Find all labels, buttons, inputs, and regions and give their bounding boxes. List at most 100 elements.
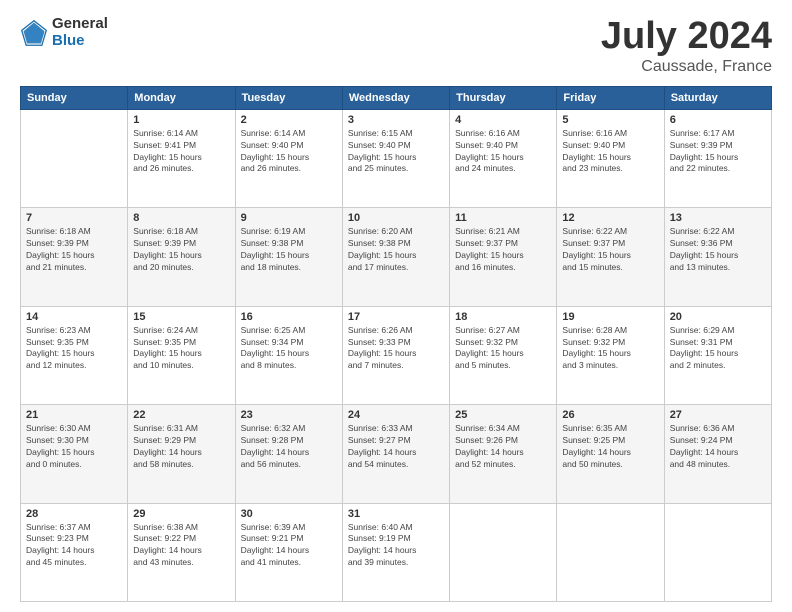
- day-details: Sunrise: 6:16 AM Sunset: 9:40 PM Dayligh…: [562, 128, 658, 176]
- title-block: July 2024 Caussade, France: [601, 16, 772, 76]
- month-title: July 2024: [601, 16, 772, 58]
- calendar-cell-w3-d3: 17 Sunrise: 6:26 AM Sunset: 9:33 PM Dayli…: [342, 306, 449, 404]
- calendar-table: Sunday Monday Tuesday Wednesday Thursday…: [20, 86, 772, 602]
- day-number: 28: [26, 508, 122, 520]
- calendar-cell-w5-d4: [450, 503, 557, 601]
- day-number: 15: [133, 311, 229, 323]
- day-number: 13: [670, 212, 766, 224]
- calendar-cell-w1-d4: 4Sunrise: 6:16 AM Sunset: 9:40 PM Daylig…: [450, 109, 557, 207]
- calendar-cell-w5-d2: 30 Sunrise: 6:39 AM Sunset: 9:21 PM Dayli…: [235, 503, 342, 601]
- day-details: Sunrise: 6:38 AM Sunset: 9:22 PM Dayligh…: [133, 522, 229, 570]
- logo-blue-text: Blue: [52, 33, 108, 50]
- day-details: Sunrise: 6:23 AM Sunset: 9:35 PM Dayligh…: [26, 325, 122, 373]
- col-friday: Friday: [557, 86, 664, 109]
- calendar-cell-w4-d0: 21Sunrise: 6:30 AM Sunset: 9:30 PM Dayli…: [21, 405, 128, 503]
- calendar-cell-w3-d1: 15 Sunrise: 6:24 AM Sunset: 9:35 PM Dayli…: [128, 306, 235, 404]
- day-details: Sunrise: 6:14 AM Sunset: 9:41 PM Dayligh…: [133, 128, 229, 176]
- calendar-cell-w4-d2: 23Sunrise: 6:32 AM Sunset: 9:28 PM Dayli…: [235, 405, 342, 503]
- calendar-cell-w2-d4: 11 Sunrise: 6:21 AM Sunset: 9:37 PM Dayli…: [450, 208, 557, 306]
- calendar-cell-w2-d3: 10 Sunrise: 6:20 AM Sunset: 9:38 PM Dayli…: [342, 208, 449, 306]
- day-number: 23: [241, 409, 337, 421]
- day-number: 24: [348, 409, 444, 421]
- day-number: 21: [26, 409, 122, 421]
- day-number: 8: [133, 212, 229, 224]
- day-number: 5: [562, 114, 658, 126]
- day-details: Sunrise: 6:15 AM Sunset: 9:40 PM Dayligh…: [348, 128, 444, 176]
- day-number: 1: [133, 114, 229, 126]
- calendar-cell-w5-d1: 29 Sunrise: 6:38 AM Sunset: 9:22 PM Dayli…: [128, 503, 235, 601]
- page: General Blue July 2024 Caussade, France …: [0, 0, 792, 612]
- day-number: 4: [455, 114, 551, 126]
- week-row-1: 1 Sunrise: 6:14 AM Sunset: 9:41 PM Daylig…: [21, 109, 772, 207]
- week-row-4: 21Sunrise: 6:30 AM Sunset: 9:30 PM Dayli…: [21, 405, 772, 503]
- calendar-header-row: Sunday Monday Tuesday Wednesday Thursday…: [21, 86, 772, 109]
- day-details: Sunrise: 6:17 AM Sunset: 9:39 PM Dayligh…: [670, 128, 766, 176]
- calendar-cell-w2-d0: 7 Sunrise: 6:18 AM Sunset: 9:39 PM Daylig…: [21, 208, 128, 306]
- day-number: 20: [670, 311, 766, 323]
- calendar-cell-w4-d4: 25 Sunrise: 6:34 AM Sunset: 9:26 PM Dayli…: [450, 405, 557, 503]
- day-details: Sunrise: 6:25 AM Sunset: 9:34 PM Dayligh…: [241, 325, 337, 373]
- calendar-cell-w1-d1: 1 Sunrise: 6:14 AM Sunset: 9:41 PM Daylig…: [128, 109, 235, 207]
- day-number: 30: [241, 508, 337, 520]
- calendar-cell-w2-d5: 12Sunrise: 6:22 AM Sunset: 9:37 PM Dayli…: [557, 208, 664, 306]
- day-number: 10: [348, 212, 444, 224]
- day-details: Sunrise: 6:24 AM Sunset: 9:35 PM Dayligh…: [133, 325, 229, 373]
- day-number: 12: [562, 212, 658, 224]
- day-number: 26: [562, 409, 658, 421]
- day-number: 19: [562, 311, 658, 323]
- day-number: 29: [133, 508, 229, 520]
- calendar-cell-w4-d5: 26Sunrise: 6:35 AM Sunset: 9:25 PM Dayli…: [557, 405, 664, 503]
- day-number: 9: [241, 212, 337, 224]
- logo-icon: [20, 19, 48, 47]
- day-details: Sunrise: 6:40 AM Sunset: 9:19 PM Dayligh…: [348, 522, 444, 570]
- calendar-cell-w4-d6: 27Sunrise: 6:36 AM Sunset: 9:24 PM Dayli…: [664, 405, 771, 503]
- calendar-cell-w1-d3: 3Sunrise: 6:15 AM Sunset: 9:40 PM Daylig…: [342, 109, 449, 207]
- day-details: Sunrise: 6:18 AM Sunset: 9:39 PM Dayligh…: [133, 226, 229, 274]
- calendar-cell-w5-d3: 31 Sunrise: 6:40 AM Sunset: 9:19 PM Dayli…: [342, 503, 449, 601]
- day-details: Sunrise: 6:28 AM Sunset: 9:32 PM Dayligh…: [562, 325, 658, 373]
- day-details: Sunrise: 6:21 AM Sunset: 9:37 PM Dayligh…: [455, 226, 551, 274]
- calendar-cell-w2-d2: 9Sunrise: 6:19 AM Sunset: 9:38 PM Daylig…: [235, 208, 342, 306]
- day-number: 27: [670, 409, 766, 421]
- calendar-cell-w2-d6: 13 Sunrise: 6:22 AM Sunset: 9:36 PM Dayli…: [664, 208, 771, 306]
- calendar-cell-w3-d4: 18Sunrise: 6:27 AM Sunset: 9:32 PM Dayli…: [450, 306, 557, 404]
- day-details: Sunrise: 6:26 AM Sunset: 9:33 PM Dayligh…: [348, 325, 444, 373]
- calendar-cell-w1-d5: 5 Sunrise: 6:16 AM Sunset: 9:40 PM Daylig…: [557, 109, 664, 207]
- col-wednesday: Wednesday: [342, 86, 449, 109]
- day-details: Sunrise: 6:31 AM Sunset: 9:29 PM Dayligh…: [133, 423, 229, 471]
- day-number: 17: [348, 311, 444, 323]
- col-monday: Monday: [128, 86, 235, 109]
- day-details: Sunrise: 6:37 AM Sunset: 9:23 PM Dayligh…: [26, 522, 122, 570]
- day-details: Sunrise: 6:22 AM Sunset: 9:36 PM Dayligh…: [670, 226, 766, 274]
- day-details: Sunrise: 6:20 AM Sunset: 9:38 PM Dayligh…: [348, 226, 444, 274]
- logo-text: General Blue: [52, 16, 108, 49]
- day-number: 11: [455, 212, 551, 224]
- logo-general-text: General: [52, 16, 108, 33]
- day-details: Sunrise: 6:29 AM Sunset: 9:31 PM Dayligh…: [670, 325, 766, 373]
- calendar-cell-w1-d6: 6Sunrise: 6:17 AM Sunset: 9:39 PM Daylig…: [664, 109, 771, 207]
- week-row-3: 14Sunrise: 6:23 AM Sunset: 9:35 PM Dayli…: [21, 306, 772, 404]
- calendar-cell-w3-d6: 20 Sunrise: 6:29 AM Sunset: 9:31 PM Dayli…: [664, 306, 771, 404]
- col-tuesday: Tuesday: [235, 86, 342, 109]
- calendar-cell-w5-d6: [664, 503, 771, 601]
- day-number: 7: [26, 212, 122, 224]
- day-details: Sunrise: 6:27 AM Sunset: 9:32 PM Dayligh…: [455, 325, 551, 373]
- calendar-cell-w5-d5: [557, 503, 664, 601]
- col-saturday: Saturday: [664, 86, 771, 109]
- day-details: Sunrise: 6:34 AM Sunset: 9:26 PM Dayligh…: [455, 423, 551, 471]
- day-details: Sunrise: 6:18 AM Sunset: 9:39 PM Dayligh…: [26, 226, 122, 274]
- day-number: 25: [455, 409, 551, 421]
- logo: General Blue: [20, 16, 108, 49]
- header: General Blue July 2024 Caussade, France: [20, 16, 772, 76]
- col-thursday: Thursday: [450, 86, 557, 109]
- day-details: Sunrise: 6:39 AM Sunset: 9:21 PM Dayligh…: [241, 522, 337, 570]
- calendar-cell-w5-d0: 28 Sunrise: 6:37 AM Sunset: 9:23 PM Dayli…: [21, 503, 128, 601]
- calendar-cell-w2-d1: 8 Sunrise: 6:18 AM Sunset: 9:39 PM Daylig…: [128, 208, 235, 306]
- day-number: 31: [348, 508, 444, 520]
- location-subtitle: Caussade, France: [601, 58, 772, 76]
- calendar-cell-w1-d0: [21, 109, 128, 207]
- day-details: Sunrise: 6:33 AM Sunset: 9:27 PM Dayligh…: [348, 423, 444, 471]
- day-number: 22: [133, 409, 229, 421]
- day-details: Sunrise: 6:14 AM Sunset: 9:40 PM Dayligh…: [241, 128, 337, 176]
- day-number: 16: [241, 311, 337, 323]
